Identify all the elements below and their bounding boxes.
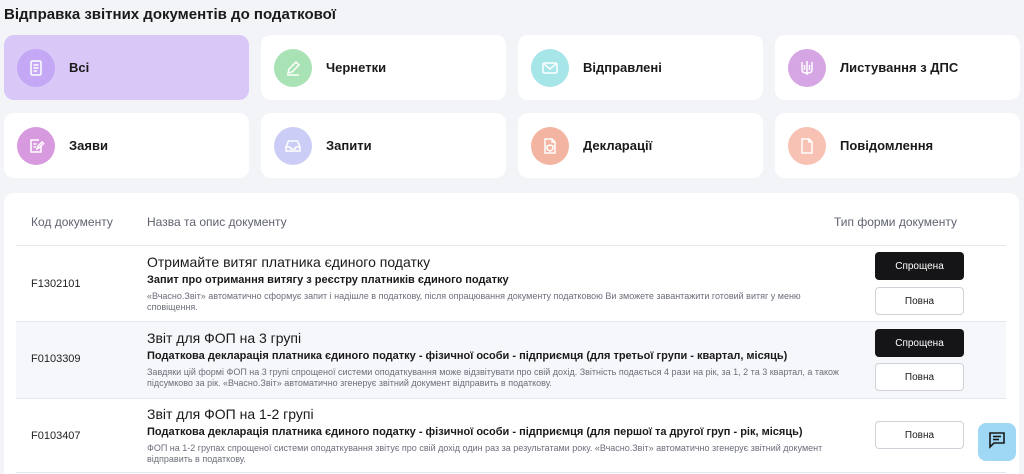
shield-document-icon [531, 126, 569, 165]
header-name: Назва та опис документу [147, 215, 287, 229]
category-label: Відправлені [583, 60, 662, 75]
document-code: F0103407 [31, 430, 81, 442]
document-description: Завдяки цій формі ФОП на 3 групі спрощен… [147, 367, 839, 388]
category-label: Запити [326, 138, 372, 153]
category-label: Повідомлення [840, 138, 934, 153]
chat-button[interactable] [978, 423, 1016, 461]
category-declarations[interactable]: Декларації [518, 113, 763, 178]
header-code: Код документу [31, 215, 113, 229]
document-subtitle: Податкова декларація платника єдиного по… [147, 350, 788, 362]
category-all[interactable]: Всі [4, 35, 249, 100]
pencil-icon [274, 48, 312, 87]
document-title: Отримайте витяг платника єдиного податку [147, 254, 431, 270]
header-type: Тип форми документу [834, 215, 957, 229]
category-sent[interactable]: Відправлені [518, 35, 763, 100]
table-row[interactable]: F0103309 Звіт для ФОП на 3 групі Податко… [16, 322, 1006, 399]
documents-panel: Код документу Назва та опис документу Ти… [4, 193, 1019, 474]
document-subtitle: Запит про отримання витягу з реєстру пла… [147, 274, 509, 286]
document-title: Звіт для ФОП на 1-2 групі [147, 406, 314, 422]
full-form-button[interactable]: Повна [875, 363, 964, 391]
category-requests[interactable]: Запити [261, 113, 506, 178]
envelope-icon [531, 48, 569, 87]
document-title: Звіт для ФОП на 3 групі [147, 330, 302, 346]
inbox-icon [274, 126, 312, 165]
simplified-form-button[interactable]: Спрощена [875, 252, 964, 280]
category-applications[interactable]: Заяви [4, 113, 249, 178]
category-dps-correspondence[interactable]: Листування з ДПС [775, 35, 1020, 100]
document-code: F1302101 [31, 278, 81, 290]
category-label: Заяви [69, 138, 108, 153]
full-form-button[interactable]: Повна [875, 287, 964, 315]
page-title: Відправка звітних документів до податков… [4, 6, 337, 23]
file-icon [788, 126, 826, 165]
document-description: «Вчасно.Звіт» автоматично сформує запит … [147, 291, 801, 312]
document-list-icon [17, 48, 55, 87]
document-info: Звіт для ФОП на 1-2 групі Податкова декл… [147, 406, 847, 465]
category-notifications[interactable]: Повідомлення [775, 113, 1020, 178]
category-label: Листування з ДПС [840, 60, 959, 75]
document-info: Отримайте витяг платника єдиного податку… [147, 254, 847, 313]
trident-icon [788, 48, 826, 87]
table-row[interactable]: F1302101 Отримайте витяг платника єдиног… [16, 246, 1006, 322]
document-subtitle: Податкова декларація платника єдиного по… [147, 426, 803, 438]
simplified-form-button[interactable]: Спрощена [875, 329, 964, 357]
chat-icon [987, 430, 1007, 455]
category-label: Чернетки [326, 60, 387, 75]
category-drafts[interactable]: Чернетки [261, 35, 506, 100]
edit-document-icon [17, 126, 55, 165]
category-label: Всі [69, 60, 90, 75]
document-code: F0103309 [31, 353, 81, 365]
document-info: Звіт для ФОП на 3 групі Податкова деклар… [147, 330, 847, 389]
table-header: Код документу Назва та опис документу Ти… [16, 193, 1006, 246]
document-description: ФОП на 1-2 групах спрощеної системи опод… [147, 443, 823, 464]
full-form-button[interactable]: Повна [875, 421, 964, 449]
category-label: Декларації [583, 138, 653, 153]
table-row[interactable]: F0103407 Звіт для ФОП на 1-2 групі Подат… [16, 399, 1006, 473]
category-grid: Всі Чернетки Відправлені Листування з ДП… [4, 35, 1020, 178]
